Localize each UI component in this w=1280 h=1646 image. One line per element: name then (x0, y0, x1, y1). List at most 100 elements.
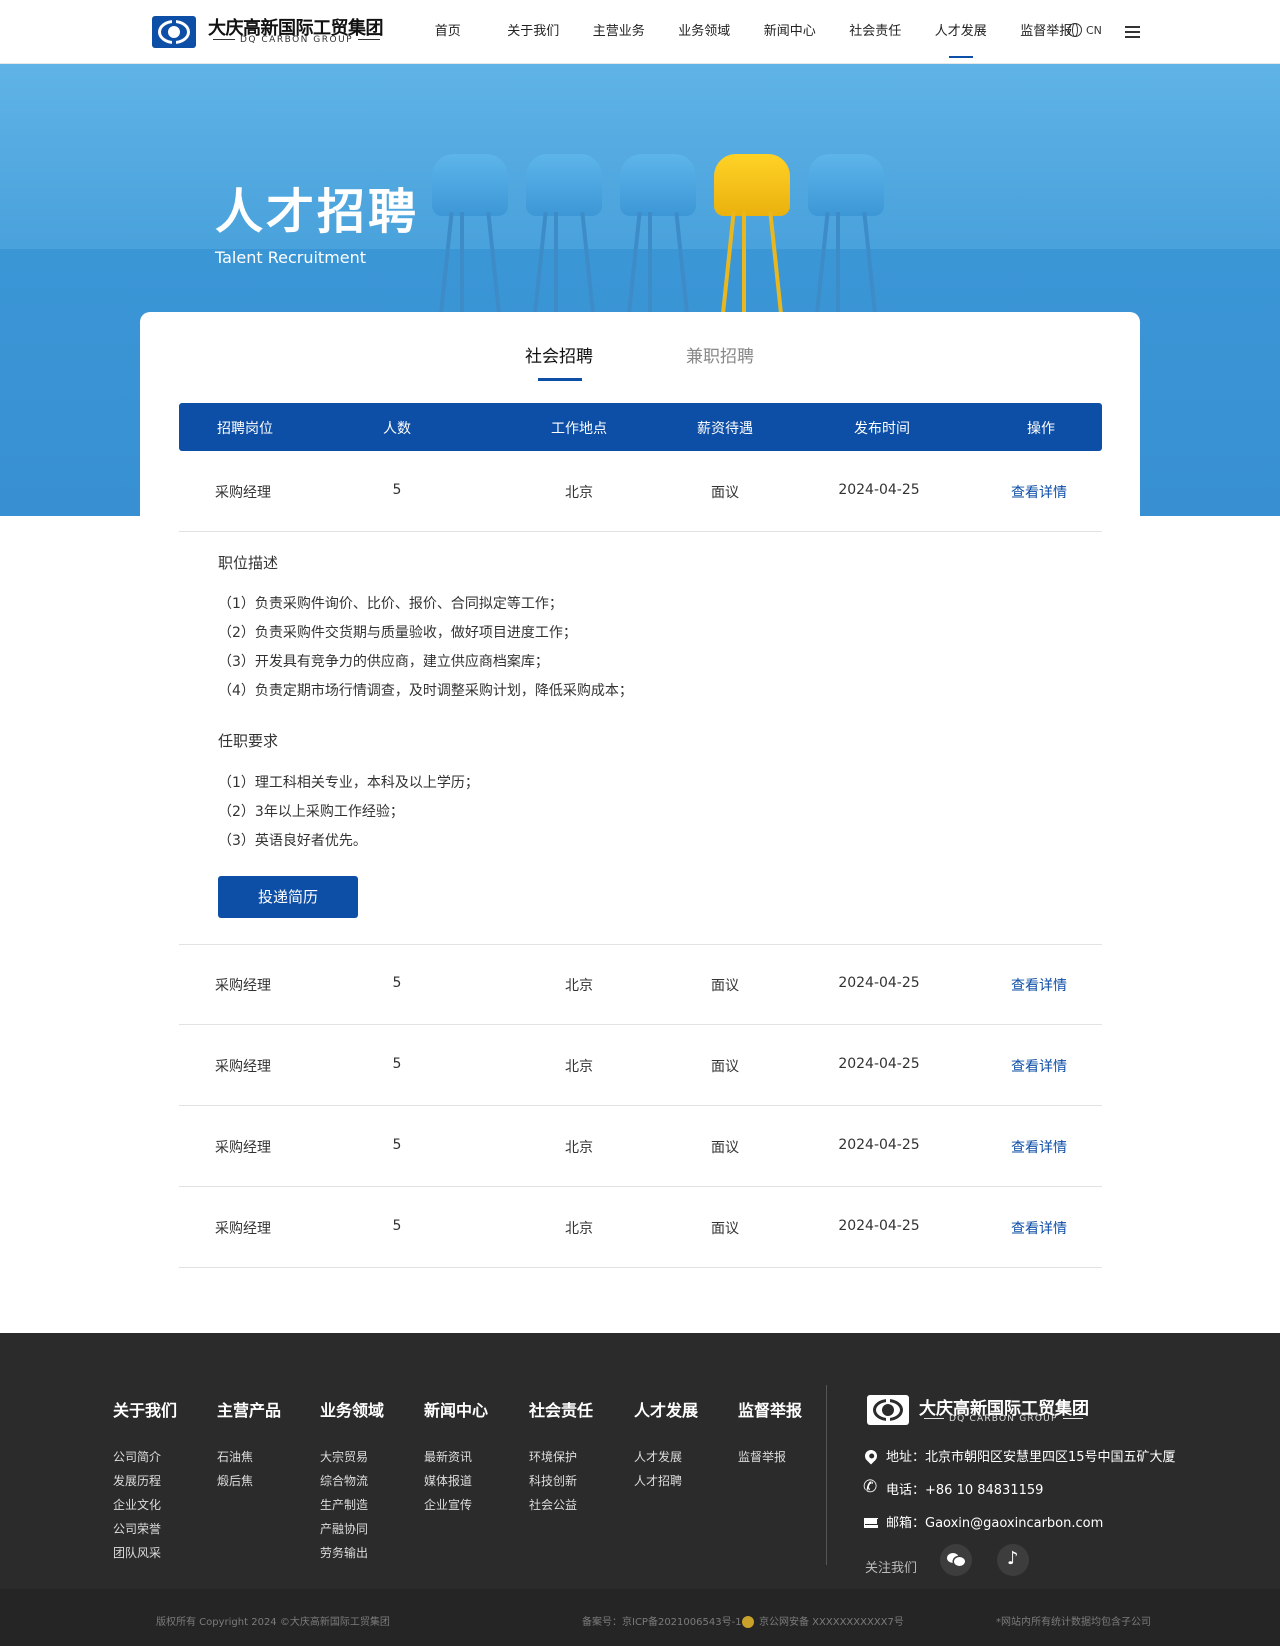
table-header: 招聘岗位 人数 工作地点 薪资待遇 发布时间 操作 (179, 403, 1102, 451)
globe-icon (1068, 23, 1082, 37)
tiktok-icon[interactable] (997, 1544, 1029, 1576)
copyright-bar: 版权所有 Copyright 2024 ©大庆高新国际工贸集团 备案号：京ICP… (0, 1589, 1280, 1646)
mail-icon (864, 1517, 878, 1528)
cell-salary: 面议 (711, 1221, 739, 1237)
address-text: 地址：北京市朝阳区安慧里四区15号中国五矿大厦 (886, 1450, 1176, 1465)
job-description-item: （4）负责定期市场行情调查，及时调整采购计划，降低采购成本； (218, 683, 633, 699)
footer-column-fields: 业务领域 大宗贸易 综合物流 生产制造 产融协同 劳务输出 (320, 1397, 384, 1565)
footer-link[interactable]: 煅后焦 (217, 1469, 281, 1493)
phone-icon (863, 1477, 878, 1497)
nav-talent[interactable]: 人才发展 (918, 0, 1004, 64)
nav-fields[interactable]: 业务领域 (662, 0, 748, 64)
chair-image (806, 154, 886, 334)
page-title: 人才招聘 (215, 184, 420, 240)
tab-social-recruitment[interactable]: 社会招聘 (525, 342, 593, 367)
footer-link[interactable]: 社会公益 (529, 1493, 593, 1517)
view-details-link[interactable]: 查看详情 (1011, 975, 1067, 995)
view-details-link[interactable]: 查看详情 (1011, 1218, 1067, 1238)
cell-position: 采购经理 (215, 978, 271, 994)
footer-link[interactable]: 企业文化 (113, 1493, 177, 1517)
logo-mark-icon (152, 16, 196, 48)
footer-link[interactable]: 最新资讯 (424, 1445, 488, 1469)
footer-link[interactable]: 公司简介 (113, 1445, 177, 1469)
recruitment-card: 社会招聘 兼职招聘 招聘岗位 人数 工作地点 薪资待遇 发布时间 操作 采购经理… (140, 312, 1140, 1268)
nav-news[interactable]: 新闻中心 (747, 0, 833, 64)
footer-link[interactable]: 人才发展 (634, 1445, 698, 1469)
footer-column-title[interactable]: 关于我们 (113, 1397, 177, 1421)
tab-active-indicator (538, 378, 582, 381)
submit-resume-button[interactable]: 投递简历 (218, 876, 358, 918)
footer-column-products: 主营产品 石油焦 煅后焦 (217, 1397, 281, 1493)
footer-link[interactable]: 媒体报道 (424, 1469, 488, 1493)
footer-column-about: 关于我们 公司简介 发展历程 企业文化 公司荣誉 团队风采 (113, 1397, 177, 1565)
site-logo[interactable]: 大庆高新国际工贸集团 DQ CARBON GROUP (152, 14, 388, 50)
job-requirements-title: 任职要求 (218, 732, 279, 750)
job-description-item: （1）负责采购件询价、比价、报价、合同拟定等工作； (218, 596, 563, 612)
view-details-link[interactable]: 查看详情 (1011, 482, 1067, 502)
footer-column-title[interactable]: 人才发展 (634, 1397, 698, 1421)
cell-salary: 面议 (711, 978, 739, 994)
logo-text-en: DQ CARBON GROUP (208, 35, 385, 45)
table-row: 采购经理 5 北京 面议 2024-04-25 查看详情 (179, 1188, 1102, 1268)
nav-business[interactable]: 主营业务 (576, 0, 662, 64)
footer-link[interactable]: 公司荣誉 (113, 1517, 177, 1541)
footer-column-responsibility: 社会责任 环境保护 科技创新 社会公益 (529, 1397, 593, 1517)
cell-position: 采购经理 (215, 1140, 271, 1156)
footer-link[interactable]: 团队风采 (113, 1541, 177, 1565)
language-switch[interactable]: CN (1068, 23, 1102, 37)
tab-parttime-recruitment[interactable]: 兼职招聘 (686, 342, 754, 367)
footer-column-title[interactable]: 新闻中心 (424, 1397, 488, 1421)
chair-image (430, 154, 510, 334)
footer-logo-en: DQ CARBON GROUP (919, 1414, 1088, 1424)
header-date: 发布时间 (854, 421, 910, 437)
footer-column-supervision: 监督举报 监督举报 (738, 1397, 802, 1469)
cell-date: 2024-04-25 (838, 1056, 920, 1072)
footer-link[interactable]: 人才招聘 (634, 1469, 698, 1493)
cell-date: 2024-04-25 (838, 482, 920, 498)
footer-column-title[interactable]: 监督举报 (738, 1397, 802, 1421)
language-label: CN (1086, 23, 1102, 37)
location-icon (862, 1447, 880, 1464)
cell-date: 2024-04-25 (838, 1218, 920, 1234)
footer-column-title[interactable]: 社会责任 (529, 1397, 593, 1421)
wechat-icon[interactable] (940, 1544, 972, 1576)
footer-link[interactable]: 劳务输出 (320, 1541, 384, 1565)
footer-link[interactable]: 环境保护 (529, 1445, 593, 1469)
footer-link[interactable]: 监督举报 (738, 1445, 802, 1469)
cell-count: 5 (392, 1056, 402, 1072)
nav-about[interactable]: 关于我们 (491, 0, 577, 64)
footer-link[interactable]: 生产制造 (320, 1493, 384, 1517)
footer-link[interactable]: 产融协同 (320, 1517, 384, 1541)
table-row: 采购经理 5 北京 面议 2024-04-25 查看详情 (179, 1026, 1102, 1106)
site-footer: 关于我们 公司简介 发展历程 企业文化 公司荣誉 团队风采 主营产品 石油焦 煅… (0, 1333, 1280, 1646)
nav-home[interactable]: 首页 (405, 0, 491, 64)
footer-link[interactable]: 企业宣传 (424, 1493, 488, 1517)
table-row: 采购经理 5 北京 面议 2024-04-25 查看详情 (179, 945, 1102, 1025)
footer-link[interactable]: 科技创新 (529, 1469, 593, 1493)
police-badge-icon (742, 1616, 754, 1628)
cell-location: 北京 (565, 1140, 593, 1156)
footer-link[interactable]: 发展历程 (113, 1469, 177, 1493)
cell-location: 北京 (565, 1059, 593, 1075)
footer-link[interactable]: 综合物流 (320, 1469, 384, 1493)
nav-responsibility[interactable]: 社会责任 (833, 0, 919, 64)
footer-column-title[interactable]: 业务领域 (320, 1397, 384, 1421)
footer-link[interactable]: 石油焦 (217, 1445, 281, 1469)
job-description-item: （3）开发具有竞争力的供应商，建立供应商档案库； (218, 654, 549, 670)
footer-column-talent: 人才发展 人才发展 人才招聘 (634, 1397, 698, 1493)
view-details-link[interactable]: 查看详情 (1011, 1056, 1067, 1076)
footer-link[interactable]: 大宗贸易 (320, 1445, 384, 1469)
table-row: 采购经理 5 北京 面议 2024-04-25 查看详情 (179, 1107, 1102, 1187)
cell-position: 采购经理 (215, 485, 271, 501)
cell-count: 5 (392, 975, 402, 991)
icp-link[interactable]: 备案号：京ICP备2021006543号-1 (582, 1613, 742, 1628)
cell-count: 5 (392, 1218, 402, 1234)
view-details-link[interactable]: 查看详情 (1011, 1137, 1067, 1157)
cell-date: 2024-04-25 (838, 975, 920, 991)
copyright-text: 版权所有 Copyright 2024 ©大庆高新国际工贸集团 (156, 1617, 390, 1628)
job-requirement-item: （1）理工科相关专业，本科及以上学历； (218, 775, 479, 791)
menu-icon[interactable] (1125, 26, 1140, 38)
statistics-note: *网站内所有统计数据均包含子公司 (996, 1617, 1151, 1628)
police-record[interactable]: 京公网安备 XXXXXXXXXXX7号 (742, 1613, 904, 1628)
footer-column-title[interactable]: 主营产品 (217, 1397, 281, 1421)
